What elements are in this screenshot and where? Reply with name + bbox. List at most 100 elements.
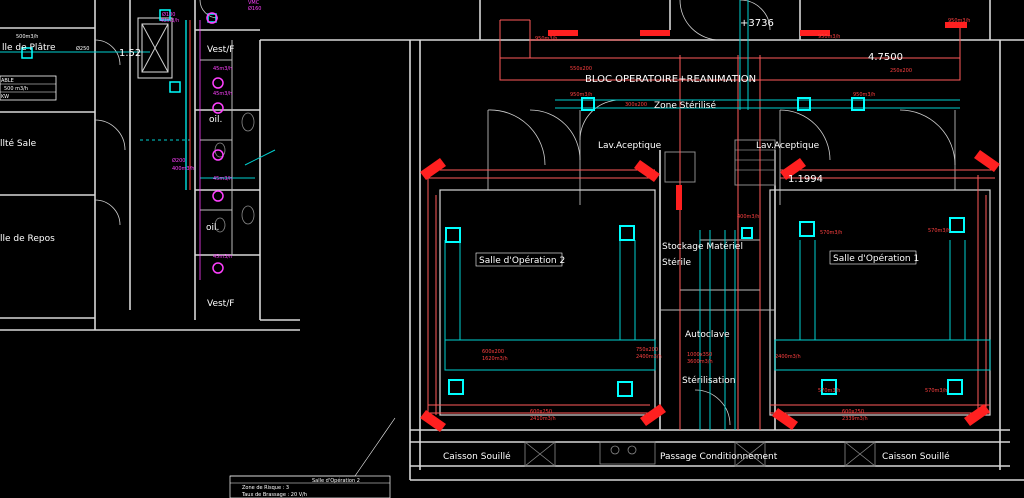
room-label-passage: Passage Conditionnement	[660, 452, 778, 462]
room-label-salle-repos: lle de Repos	[0, 234, 55, 244]
grille-icon	[974, 150, 1000, 172]
airflow-label: 1620m3/h	[482, 356, 508, 362]
sink-bowl-icon	[627, 445, 637, 455]
room-label-lav-left: Lav.Aceptique	[598, 141, 662, 151]
salle-operation-1-room	[769, 189, 991, 416]
vmc-outlet-icon	[212, 102, 224, 114]
door-arc	[899, 109, 956, 166]
room-label-bloc: BLOC OPERATOIRE+REANIMATION	[585, 74, 756, 85]
legend-flow-2: 500 m3/h	[4, 86, 28, 92]
vmc-flow-3: 45m3/h	[213, 176, 232, 182]
airflow-label: 600x200	[482, 349, 504, 355]
title-block-title: Salle d'Opération 2	[312, 477, 360, 484]
vmc-label-diameter: Ø100	[162, 11, 175, 18]
door-arc	[579, 99, 621, 141]
room-label-caisson-left: Caisson Souillé	[443, 451, 511, 462]
airflow-label: 750x200	[636, 347, 658, 353]
room-label-salle-op2: Salle d'Opération 2	[479, 255, 565, 266]
legend-title: ABLE	[1, 78, 14, 84]
diffuser-icon	[741, 227, 753, 239]
room-label-zone-sterile: Zone Stérilisé	[654, 100, 716, 111]
airflow-label: 570m3/h	[925, 388, 947, 394]
room-label-sterilisation: Stérilisation	[682, 375, 735, 386]
room-label-vest-top: Vest/F	[207, 45, 234, 55]
toilet-icon	[241, 112, 255, 132]
diffuser-icon	[619, 225, 635, 241]
airflow-label: 600x250	[842, 409, 864, 415]
sink-bowl-icon	[610, 445, 620, 455]
legend-power: KW	[1, 94, 9, 100]
cad-floor-plan: lle de Plâtre llté Sale lle de Repos Ves…	[0, 0, 1024, 498]
vmc-label-flow: 40m3/h	[160, 18, 179, 24]
legend-diameter: Ø250	[76, 45, 89, 52]
grille-icon	[676, 185, 682, 210]
airflow-label: 600x250	[530, 409, 552, 415]
airflow-label: 400m3/h	[737, 214, 759, 220]
airflow-label: 250x200	[890, 68, 912, 74]
grille-icon	[640, 30, 670, 36]
door-arc	[94, 119, 126, 151]
room-label-salle-sale: llté Sale	[0, 138, 37, 149]
airflow-label: 570m3/h	[820, 230, 842, 236]
vmc-flow-4: 45m3/h	[213, 254, 232, 260]
room-label-salle-op1: Salle d'Opération 1	[833, 253, 919, 264]
airflow-label: 950m3/h	[570, 92, 592, 98]
diffuser-icon	[947, 379, 963, 395]
sink-unit-icon	[599, 441, 656, 465]
door-arc	[487, 109, 546, 166]
door-arc	[779, 109, 831, 161]
vmc-label-d200: Ø200	[172, 157, 185, 164]
room-label-autoclave: Autoclave	[685, 330, 730, 340]
room-label-lav-right: Lav.Aceptique	[756, 141, 820, 151]
room-label-caisson-right: Caisson Souillé	[882, 451, 950, 462]
room-label-stockage-1: Stockage Matériel	[662, 241, 743, 252]
airflow-label: 2339m3/h	[842, 416, 868, 422]
extract-duct-manifold	[774, 339, 991, 371]
vmc-label-d160: Ø160	[248, 5, 261, 12]
airflow-label: 570m3/h	[928, 228, 950, 234]
room-label-toil1: oil.	[209, 115, 222, 125]
dimension-d4: 1.1994	[788, 174, 823, 185]
dimension-d2: +3736	[740, 18, 774, 29]
door-arc	[94, 199, 121, 226]
vmc-flow-2: 45m3/h	[213, 91, 232, 97]
vmc-outlet-icon	[212, 190, 224, 202]
title-block-line1: Zone de Risque : 3	[242, 485, 289, 491]
airflow-label: 950m3/h	[853, 92, 875, 98]
diffuser-icon	[448, 379, 464, 395]
airflow-label: 300x200	[625, 102, 647, 108]
vmc-flow-1: 45m3/h	[213, 66, 232, 72]
airflow-label: 570m3/h	[818, 388, 840, 394]
dimension-d3: 4.7500	[868, 52, 903, 63]
ductwork	[425, 0, 995, 430]
room-label-stockage-2: Stérile	[662, 257, 691, 268]
diffuser-icon	[949, 217, 965, 233]
grille-icon	[772, 408, 798, 430]
airflow-label: 2400m3/h	[636, 354, 662, 360]
door-arc	[679, 0, 721, 41]
diffuser-icon	[169, 81, 181, 93]
door-arc	[529, 109, 581, 161]
legend-flow: 500m3/h	[16, 34, 38, 40]
airflow-label: 2410m3/h	[530, 416, 556, 422]
diffuser-icon	[799, 221, 815, 237]
airflow-label: 950m3/h	[535, 36, 557, 42]
airflow-label: 950m3/h	[948, 18, 970, 24]
room-label-salle-platre: lle de Plâtre	[2, 43, 56, 53]
extract-duct-manifold	[444, 339, 656, 371]
airflow-label: 3600m3/h	[687, 359, 713, 365]
vmc-label-400: 400m3/h	[172, 166, 194, 172]
diffuser-icon	[445, 227, 461, 243]
vmc-outlet-icon	[212, 262, 224, 274]
grille-icon	[420, 158, 446, 180]
airflow-label: 1000x350	[687, 352, 712, 358]
leader-line	[354, 417, 396, 477]
bloc-operatoire	[409, 0, 1024, 481]
airflow-label: 2400m3/h	[775, 354, 801, 360]
airflow-label: 950m3/h	[818, 34, 840, 40]
dimension-d1: 1.52	[119, 48, 141, 59]
vmc-outlet-icon	[212, 77, 224, 89]
room-label-toil2: oil.	[206, 223, 219, 233]
diffuser-icon	[617, 381, 633, 397]
vmc-outlet-icon	[212, 149, 224, 161]
